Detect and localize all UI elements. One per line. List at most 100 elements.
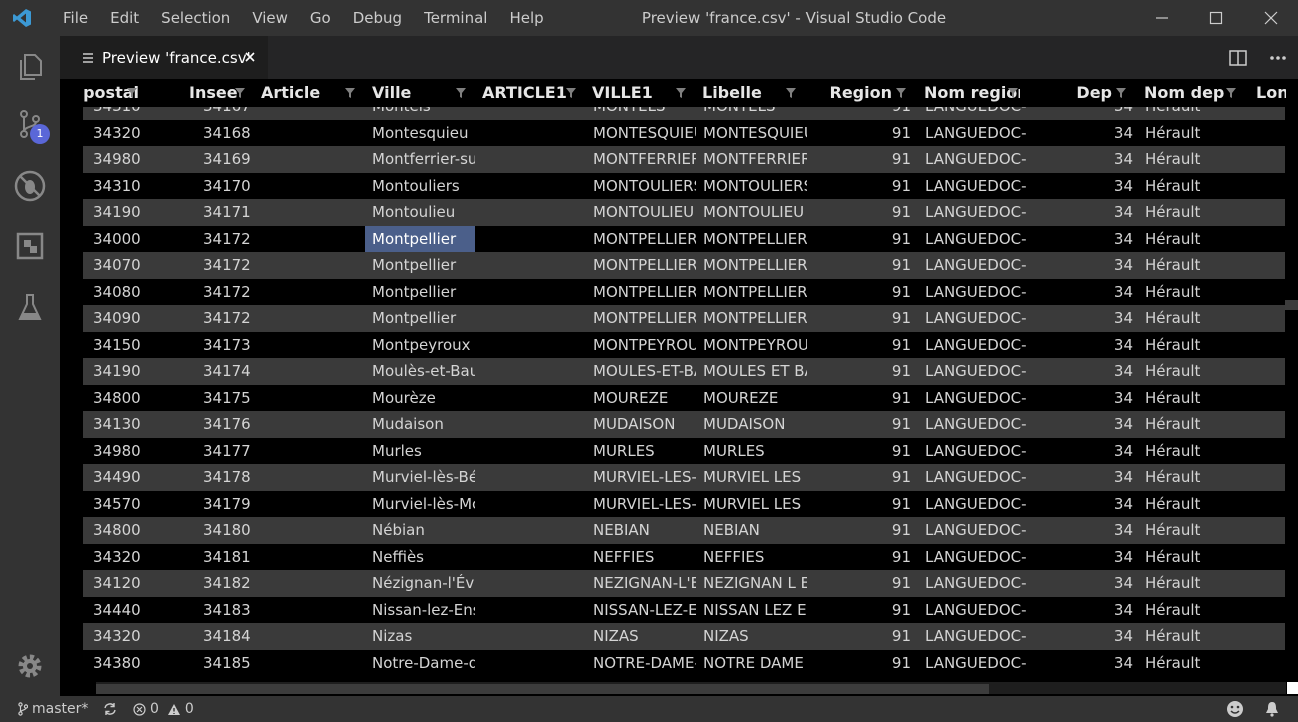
cell-region[interactable]: 91	[863, 438, 911, 465]
cell-ville[interactable]: Murviel-lès-Mc	[365, 491, 475, 518]
cell-nom-region[interactable]: LANGUEDOC-F	[925, 464, 1027, 491]
cell-libelle[interactable]: MONTPEYROU	[703, 332, 807, 359]
cell-ville1[interactable]: MONTPELLIER	[593, 279, 696, 306]
filter-icon[interactable]	[1008, 88, 1018, 98]
cell-dep[interactable]: 34	[1083, 279, 1133, 306]
cell-nom-dep[interactable]: Hérault	[1145, 464, 1249, 491]
cell-dep[interactable]: 34	[1083, 199, 1133, 226]
menu-help[interactable]: Help	[498, 9, 554, 27]
table-row[interactable]: 34980 34169 Montferrier-su MONTFERRIER MONTF…	[83, 146, 1285, 173]
cell-ville[interactable]: Montouliers	[365, 173, 475, 200]
cell-region[interactable]: 91	[863, 358, 911, 385]
cell-libelle[interactable]: MONTPELLIER	[703, 305, 807, 332]
cell-dep[interactable]: 34	[1083, 358, 1133, 385]
cell-ville1[interactable]: MONTOULIERS	[593, 173, 696, 200]
column-header-lon[interactable]: Lon	[1256, 79, 1286, 107]
column-header-ville1[interactable]: VILLE1	[592, 79, 688, 107]
cell-insee[interactable]: 34172	[203, 226, 283, 253]
cell-ville[interactable]: Murviel-lès-Bé	[365, 464, 475, 491]
cell-ville1[interactable]: MONTFERRIER	[593, 146, 696, 173]
cell-nom-region[interactable]: LANGUEDOC-F	[925, 279, 1027, 306]
cell-nom-region[interactable]: LANGUEDOC-F	[925, 650, 1027, 677]
cell-libelle[interactable]: MURVIEL LES E	[703, 464, 807, 491]
table-row[interactable]: 34090 34172 Montpellier MONTPELLIER MONTPELL…	[83, 305, 1285, 332]
cell-region[interactable]: 91	[863, 146, 911, 173]
cell-nom-region[interactable]: LANGUEDOC-F	[925, 491, 1027, 518]
cell-insee[interactable]: 34169	[203, 146, 283, 173]
vertical-scrollbar-thumb[interactable]	[1285, 300, 1298, 310]
cell-region[interactable]: 91	[863, 650, 911, 677]
cell-nom-dep[interactable]: Hérault	[1145, 199, 1249, 226]
cell-insee[interactable]: 34171	[203, 199, 283, 226]
cell-nom-dep[interactable]: Hérault	[1145, 332, 1249, 359]
cell-ville1[interactable]: NIZAS	[593, 623, 696, 650]
table-row[interactable]: 34800 34175 Mourèze MOUREZE MOUREZE 91 LANGUED…	[83, 385, 1285, 412]
menu-edit[interactable]: Edit	[99, 9, 150, 27]
cell-dep[interactable]: 34	[1083, 491, 1133, 518]
cell-ville[interactable]: Montpellier	[365, 279, 475, 306]
cell-insee[interactable]: 34184	[203, 623, 283, 650]
cell-postal[interactable]: 34000	[93, 226, 173, 253]
cell-dep[interactable]: 34	[1083, 438, 1133, 465]
cell-postal[interactable]: 34800	[93, 517, 173, 544]
cell-insee[interactable]: 34185	[203, 650, 283, 677]
cell-nom-region[interactable]: LANGUEDOC-F	[925, 438, 1027, 465]
cell-nom-dep[interactable]: Hérault	[1145, 570, 1249, 597]
cell-nom-dep[interactable]: Hérault	[1145, 491, 1249, 518]
horizontal-scrollbar-thumb[interactable]	[96, 684, 989, 694]
cell-libelle[interactable]: NEZIGNAN L EV	[703, 570, 807, 597]
cell-nom-region[interactable]: LANGUEDOC-F	[925, 358, 1027, 385]
filter-icon[interactable]	[566, 88, 576, 98]
menu-selection[interactable]: Selection	[150, 9, 241, 27]
filter-icon[interactable]	[127, 88, 137, 98]
filter-icon[interactable]	[345, 88, 355, 98]
table-row[interactable]: 34070 34172 Montpellier MONTPELLIER MONTPELL…	[83, 252, 1285, 279]
cell-ville[interactable]: Montpeyroux	[365, 332, 475, 359]
table-row[interactable]: 34130 34176 Mudaison MUDAISON MUDAISON 91 LANG…	[83, 411, 1285, 438]
cell-nom-dep[interactable]: Hérault	[1145, 146, 1249, 173]
cell-ville[interactable]: Neffiès	[365, 544, 475, 571]
cell-ville[interactable]: Murles	[365, 438, 475, 465]
cell-region[interactable]: 91	[863, 305, 911, 332]
cell-ville1[interactable]: MONTPEYROU	[593, 332, 696, 359]
menu-debug[interactable]: Debug	[342, 9, 413, 27]
cell-ville[interactable]: Montpellier	[365, 252, 475, 279]
column-header-article[interactable]: Article	[261, 79, 357, 107]
table-row[interactable]: 34190 34174 Moulès-et-Bau MOULES-ET-BA MOULE…	[83, 358, 1285, 385]
cell-nom-region[interactable]: LANGUEDOC-F	[925, 252, 1027, 279]
cell-libelle[interactable]: MONTELS	[703, 107, 807, 120]
table-row[interactable]: 34000 34172 Montpellier MONTPELLIER MONTPELL…	[83, 225, 1285, 253]
cell-nom-region[interactable]: LANGUEDOC-F	[925, 199, 1027, 226]
cell-ville[interactable]: Mudaison	[365, 411, 475, 438]
cell-nom-region[interactable]: LANGUEDOC-F	[925, 332, 1027, 359]
cell-nom-dep[interactable]: Hérault	[1145, 358, 1249, 385]
settings-button[interactable]	[0, 638, 60, 694]
cell-ville1[interactable]: NOTRE-DAME-	[593, 650, 696, 677]
cell-region[interactable]: 91	[863, 491, 911, 518]
cell-postal[interactable]: 34310	[93, 107, 173, 120]
table-row[interactable]: 34150 34173 Montpeyroux MONTPEYROU MONTPEYRO…	[83, 332, 1285, 359]
cell-nom-region[interactable]: LANGUEDOC-F	[925, 597, 1027, 624]
cell-dep[interactable]: 34	[1083, 570, 1133, 597]
table-row[interactable]: 34490 34178 Murviel-lès-Bé MURVIEL-LES-I MUR…	[83, 464, 1285, 491]
cell-postal[interactable]: 34980	[93, 146, 173, 173]
cell-ville[interactable]: Montpellier	[365, 305, 475, 332]
column-header-article1[interactable]: ARTICLE1	[482, 79, 578, 107]
column-header-nom-region[interactable]: Nom region	[924, 79, 1020, 107]
cell-postal[interactable]: 34570	[93, 491, 173, 518]
cell-insee[interactable]: 34175	[203, 385, 283, 412]
cell-nom-region[interactable]: LANGUEDOC-F	[925, 385, 1027, 412]
cell-libelle[interactable]: NIZAS	[703, 623, 807, 650]
cell-insee[interactable]: 34167	[203, 107, 283, 120]
cell-postal[interactable]: 34120	[93, 570, 173, 597]
cell-ville1[interactable]: MONTESQUIEU	[593, 120, 696, 147]
cell-postal[interactable]: 34440	[93, 597, 173, 624]
close-window-button[interactable]	[1244, 0, 1298, 36]
cell-ville[interactable]: Notre-Dame-d	[365, 650, 475, 677]
cell-ville1[interactable]: MONTOULIEU	[593, 199, 696, 226]
cell-libelle[interactable]: MONTPELLIER	[703, 279, 807, 306]
cell-postal[interactable]: 34070	[93, 252, 173, 279]
table-row[interactable]: 34380 34185 Notre-Dame-d NOTRE-DAME- NOTRE D…	[83, 650, 1285, 677]
cell-nom-region[interactable]: LANGUEDOC-F	[925, 107, 1027, 120]
cell-ville1[interactable]: MONTELS	[593, 107, 696, 120]
